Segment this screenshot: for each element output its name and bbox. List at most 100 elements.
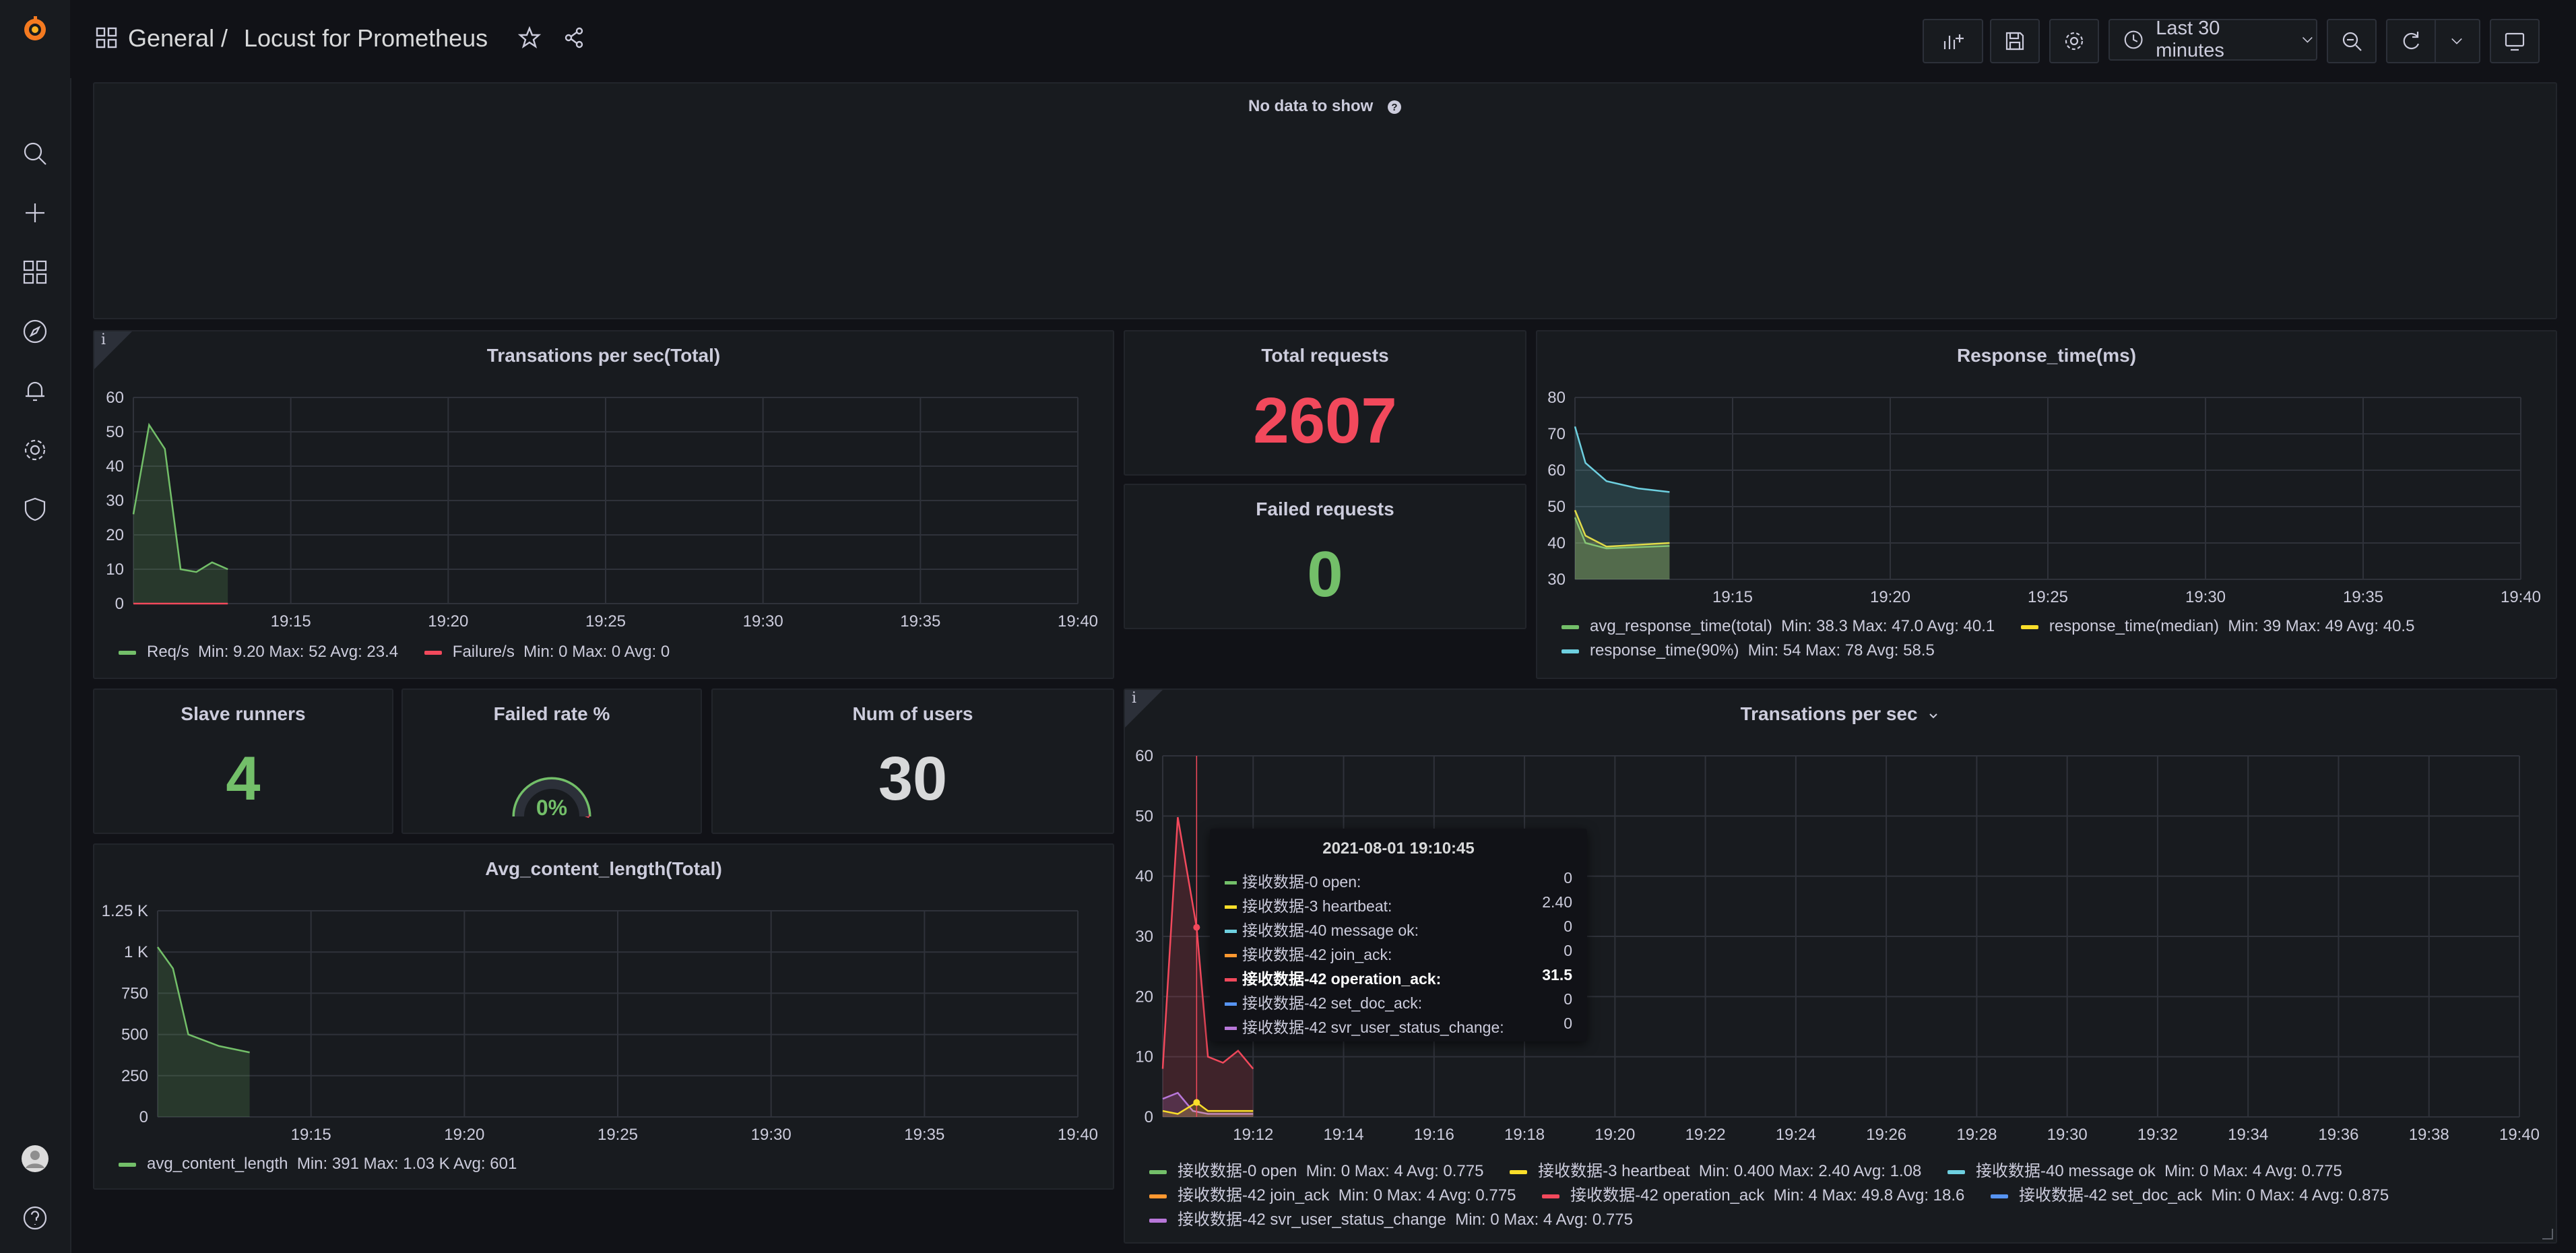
total-requests-panel: Total requests 2607 — [1124, 330, 1526, 476]
graph-tooltip: 2021-08-01 19:10:45 接收数据-0 open: 0 接收数据-3 … — [1210, 829, 1587, 1041]
panel-title[interactable]: Num of users — [713, 703, 1113, 725]
y-tick-label: 1.25 K — [102, 902, 148, 920]
tooltip-swatch — [1225, 881, 1237, 885]
star-icon[interactable] — [517, 26, 542, 53]
legend-item-avg-response[interactable]: avg_response_time(total) Min: 38.3 Max: … — [1561, 617, 1995, 635]
num-users-panel: Num of users 30 — [711, 688, 1114, 834]
page-title[interactable]: Locust for Prometheus — [244, 24, 488, 53]
y-tick-label: 40 — [106, 457, 124, 476]
y-tick-label: 40 — [1547, 534, 1566, 552]
explore-icon[interactable] — [19, 315, 51, 348]
add-panel-button[interactable] — [1923, 19, 1983, 63]
configuration-icon[interactable] — [19, 434, 51, 466]
avatar[interactable] — [19, 1143, 51, 1175]
legend-item-message-ok[interactable]: 接收数据-40 message ok Min: 0 Max: 4 Avg: 0.… — [1947, 1162, 2342, 1180]
slave-runners-value: 4 — [226, 744, 261, 813]
x-tick-label: 19:25 — [585, 612, 626, 631]
legend-series-stats: Min: 0 Max: 4 Avg: 0.875 — [2211, 1186, 2389, 1204]
no-data-panel: No data to show ? — [93, 82, 2557, 319]
legend-series-name: response_time(median) — [2049, 617, 2220, 635]
y-tick-label: 20 — [106, 526, 124, 544]
legend-item-svr-user-status[interactable]: 接收数据-42 svr_user_status_change Min: 0 Ma… — [1149, 1211, 1633, 1229]
tps-total-chart[interactable]: 0 10 20 30 40 50 60 19:15 19:20 19:25 19:30 19:35 19… — [94, 331, 1113, 678]
avg-content-legend: avg_content_length Min: 391 Max: 1.03 K … — [119, 1155, 538, 1174]
legend-swatch — [1561, 624, 1579, 629]
tooltip-series-value: 0 — [1564, 918, 1572, 935]
search-icon[interactable] — [19, 137, 51, 170]
tooltip-series-name: 接收数据-3 heartbeat: — [1242, 897, 1392, 915]
y-tick-label: 750 — [121, 984, 148, 1002]
legend-series-name: 接收数据-42 join_ack — [1178, 1186, 1330, 1204]
panel-title[interactable]: Failed rate % — [403, 703, 701, 725]
shield-icon[interactable] — [19, 493, 51, 525]
y-tick-label: 0 — [1145, 1108, 1153, 1126]
legend-swatch — [119, 1162, 136, 1167]
panel-title[interactable]: Slave runners — [94, 703, 392, 725]
legend-series-stats: Min: 0 Max: 4 Avg: 0.775 — [1338, 1186, 1516, 1204]
x-tick-label: 19:36 — [2318, 1126, 2358, 1144]
panel-title[interactable]: Failed requests — [1125, 499, 1525, 520]
legend-item-open[interactable]: 接收数据-0 open Min: 0 Max: 4 Avg: 0.775 — [1149, 1162, 1483, 1180]
panel-resize-handle[interactable] — [2542, 1229, 2553, 1240]
refresh-interval-chevron-icon[interactable] — [2436, 32, 2478, 50]
legend-item-req[interactable]: Req/s Min: 9.20 Max: 52 Avg: 23.4 — [119, 643, 398, 661]
tv-mode-button[interactable] — [2490, 19, 2540, 63]
y-tick-label: 30 — [1135, 928, 1153, 946]
legend-series-stats: Min: 0 Max: 4 Avg: 0.775 — [1306, 1162, 1484, 1180]
legend-swatch — [1991, 1194, 2009, 1198]
y-tick-label: 0 — [115, 595, 124, 613]
y-tick-label: 500 — [121, 1026, 148, 1044]
legend-series-name: avg_content_length — [147, 1155, 288, 1173]
legend-item-set-doc-ack[interactable]: 接收数据-42 set_doc_ack Min: 0 Max: 4 Avg: 0… — [1991, 1186, 2389, 1204]
dashboard-settings-button[interactable] — [2049, 19, 2099, 63]
x-tick-label: 19:25 — [598, 1126, 638, 1144]
save-dashboard-button[interactable] — [1990, 19, 2040, 63]
legend-series-name: Failure/s — [452, 643, 515, 661]
sidebar — [0, 0, 71, 1253]
y-tick-label: 0 — [139, 1108, 148, 1126]
legend-item-failure[interactable]: Failure/s Min: 0 Max: 0 Avg: 0 — [424, 643, 670, 661]
failed-rate-value: 0% — [536, 796, 567, 820]
tooltip-series-value: 31.5 — [1542, 966, 1572, 984]
legend-series-name: Req/s — [147, 643, 189, 661]
legend-series-name: 接收数据-3 heartbeat — [1538, 1162, 1690, 1180]
avg-content-length-chart[interactable]: 0 250 500 750 1 K 1.25 K 19:15 19:20 19:25 19:30 1… — [94, 845, 1113, 1188]
legend-item-operation-ack[interactable]: 接收数据-42 operation_ack Min: 4 Max: 49.8 A… — [1542, 1186, 1964, 1204]
panel-title[interactable]: Total requests — [1125, 345, 1525, 366]
x-tick-label: 19:34 — [2228, 1126, 2268, 1144]
legend-swatch — [1149, 1194, 1167, 1198]
series-area — [1575, 426, 1670, 579]
legend-series-stats: Min: 0 Max: 4 Avg: 0.775 — [2164, 1162, 2342, 1180]
alerting-icon[interactable] — [19, 375, 51, 407]
zoom-out-button[interactable] — [2327, 19, 2377, 63]
tooltip-series-value: 0 — [1564, 990, 1572, 1008]
y-tick-label: 60 — [106, 389, 124, 407]
x-tick-label: 19:20 — [444, 1126, 484, 1144]
question-circle-icon[interactable]: ? — [1387, 100, 1402, 115]
series-area — [133, 424, 228, 604]
tps-total-legend: Req/s Min: 9.20 Max: 52 Avg: 23.4 Failur… — [119, 643, 691, 662]
x-tick-label: 19:38 — [2409, 1126, 2449, 1144]
legend-swatch — [2020, 624, 2038, 629]
breadcrumb-folder[interactable]: General — [128, 24, 214, 53]
legend-item-heartbeat[interactable]: 接收数据-3 heartbeat Min: 0.400 Max: 2.40 Av… — [1510, 1162, 1921, 1180]
legend-item-median[interactable]: response_time(median) Min: 39 Max: 49 Av… — [2020, 617, 2414, 635]
y-tick-label: 60 — [1547, 461, 1566, 480]
grafana-logo-icon[interactable] — [19, 13, 51, 46]
time-range-picker[interactable]: Last 30 minutes — [2108, 18, 2317, 61]
legend-item-p90[interactable]: response_time(90%) Min: 54 Max: 78 Avg: … — [1561, 641, 1935, 660]
x-tick-label: 19:25 — [2028, 588, 2068, 606]
share-icon[interactable] — [562, 26, 586, 53]
dashboards-icon[interactable] — [19, 256, 51, 288]
legend-item-avg-content[interactable]: avg_content_length Min: 391 Max: 1.03 K … — [119, 1155, 517, 1173]
failed-requests-value: 0 — [1307, 538, 1343, 610]
help-icon[interactable] — [19, 1202, 51, 1234]
tooltip-swatch — [1225, 905, 1237, 909]
y-tick-label: 10 — [106, 560, 124, 579]
tooltip-row: 接收数据-42 set_doc_ack: 0 — [1225, 990, 1572, 1015]
plus-icon[interactable] — [19, 197, 51, 229]
refresh-icon[interactable] — [2387, 29, 2435, 53]
refresh-button[interactable] — [2386, 19, 2480, 63]
y-tick-label: 1 K — [124, 943, 148, 961]
legend-item-join-ack[interactable]: 接收数据-42 join_ack Min: 0 Max: 4 Avg: 0.77… — [1149, 1186, 1516, 1204]
